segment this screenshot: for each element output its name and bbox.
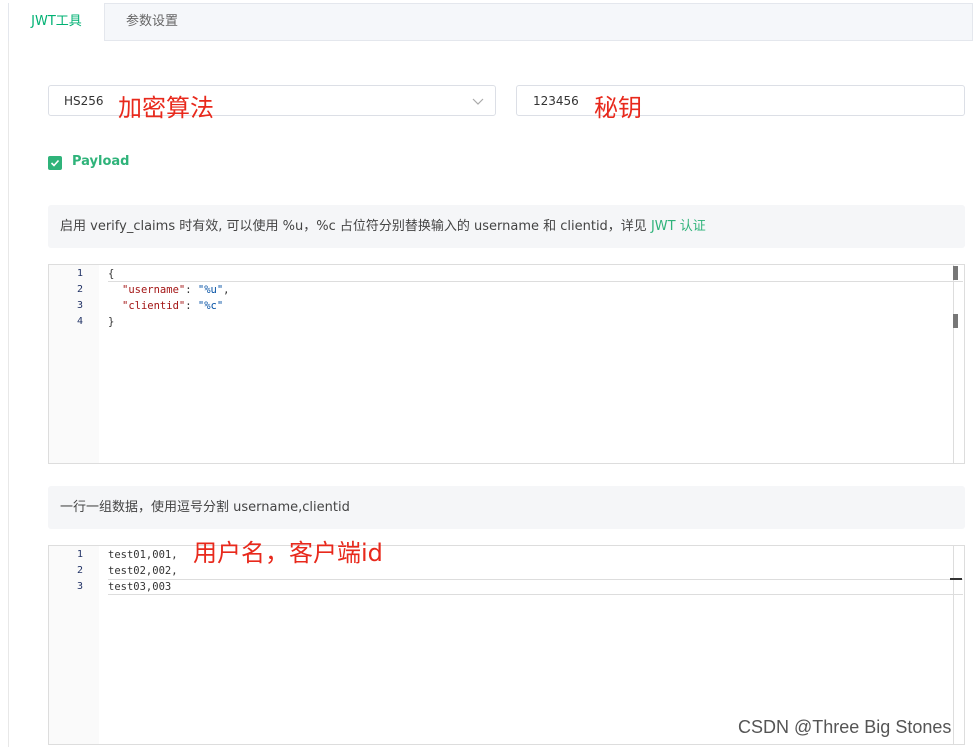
claims-tip-text: 启用 verify_claims 时有效, 可以使用 %u，%c 占位符分别替换… — [60, 219, 651, 234]
code-text: "clientid": "%c" — [122, 298, 223, 314]
code-line: 3 test03,003 — [49, 579, 964, 595]
line-number: 4 — [76, 316, 83, 327]
code-text: } — [108, 316, 115, 328]
tab-jwt-tool[interactable]: JWT工具 — [8, 3, 105, 42]
json-sep: : — [185, 284, 198, 296]
payload-checkbox[interactable] — [48, 156, 62, 170]
code-line: 2 test02,002, — [49, 563, 964, 579]
algorithm-value: HS256 — [64, 94, 104, 108]
scrollbar-track — [953, 265, 954, 463]
algorithm-select[interactable]: HS256 — [48, 85, 496, 116]
line-number: 3 — [76, 581, 83, 592]
line-number: 3 — [76, 300, 83, 311]
payload-label[interactable]: Payload — [72, 154, 130, 169]
json-sep: : — [185, 300, 198, 312]
line-number: 1 — [76, 549, 83, 560]
line-number: 2 — [76, 565, 83, 576]
json-value: "%u" — [197, 284, 224, 296]
json-value: "%c" — [197, 300, 224, 312]
algorithm-annotation: 加密算法 — [118, 94, 214, 122]
tab-bar: JWT工具 参数设置 — [8, 3, 973, 42]
json-key: "username" — [122, 284, 186, 296]
json-key: "clientid" — [122, 300, 186, 312]
claims-tip: 启用 verify_claims 时有效, 可以使用 %u，%c 占位符分别替换… — [48, 205, 965, 248]
code-text: "username": "%u", — [122, 282, 230, 298]
secret-annotation: 秘钥 — [594, 94, 642, 122]
tab-param-settings[interactable]: 参数设置 — [105, 3, 199, 42]
check-icon — [50, 159, 60, 167]
claims-editor[interactable]: 1 { 2 "username": "%u", 3 "clientid": "%… — [48, 264, 965, 464]
secret-value: 123456 — [533, 94, 579, 108]
code-text: test01,001, — [108, 549, 178, 561]
jwt-auth-link[interactable]: JWT 认证 — [651, 219, 706, 234]
code-line: 1 test01,001, — [49, 547, 964, 563]
cursor-marker — [950, 578, 962, 580]
secret-input[interactable]: 123456 — [516, 85, 965, 116]
data-annotation: 用户名，客户端id — [193, 539, 383, 567]
data-tip-text: 一行一组数据，使用逗号分割 username,clientid — [60, 500, 350, 515]
chevron-down-icon — [472, 98, 484, 105]
watermark: CSDN @Three Big Stones — [738, 717, 952, 737]
scrollbar-track — [953, 546, 954, 744]
line-number: 2 — [76, 284, 83, 295]
code-line: 4 } — [49, 314, 964, 330]
json-end: , — [223, 284, 230, 296]
code-line: 3 "clientid": "%c" — [49, 298, 964, 314]
code-text: test03,003 — [108, 581, 172, 593]
code-text: test02,002, — [108, 565, 178, 577]
line-number: 1 — [76, 268, 83, 279]
scrollbar-marker — [953, 314, 958, 328]
data-tip: 一行一组数据，使用逗号分割 username,clientid — [48, 486, 965, 529]
current-line-highlight — [108, 266, 963, 282]
scrollbar-thumb[interactable] — [953, 266, 958, 280]
data-editor[interactable]: 1 test01,001, 2 test02,002, 3 test03,003 — [48, 545, 965, 745]
code-line: 2 "username": "%u", — [49, 282, 964, 298]
